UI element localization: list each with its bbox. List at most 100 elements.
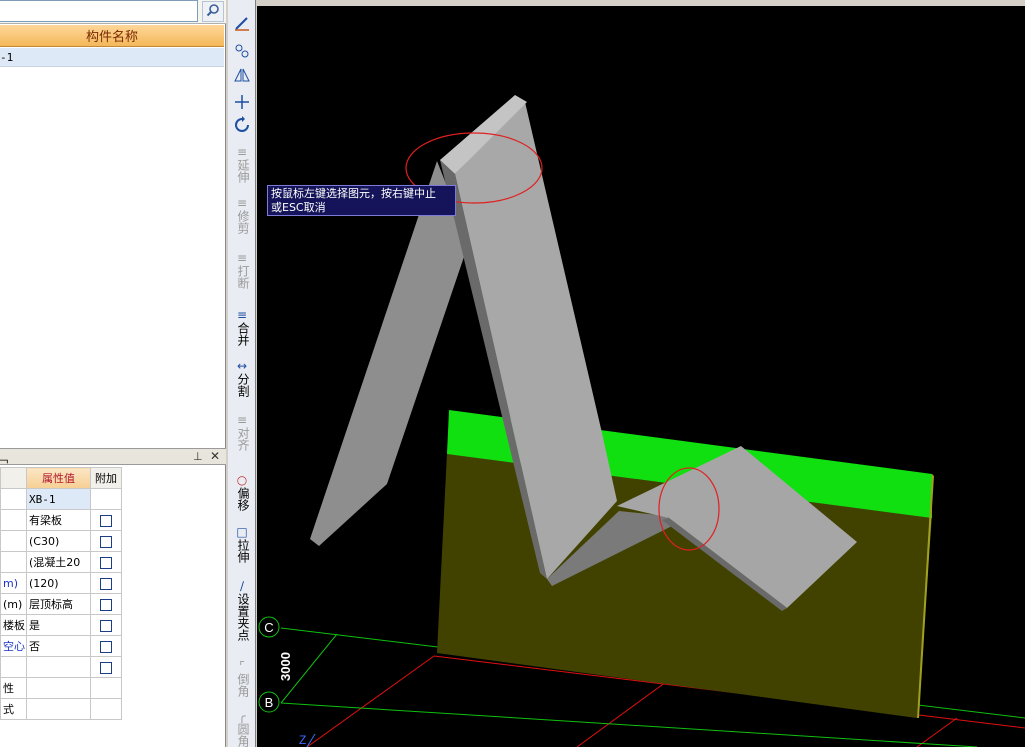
property-add-cell [90,488,122,510]
properties-table: 属性值 附加 XB-1 有梁板 (C30) (混凝土20 m) (120) (m) 层顶标高楼… [0,467,122,720]
property-add-cell [90,635,122,657]
app-window: 构件名称 -1 ﹁ ⊥ ✕ 属性值 附加 XB-1有梁板(C30)(混凝土20m… [0,0,1025,747]
property-value[interactable]: (C30) [26,530,91,552]
copy-icon[interactable] [233,42,251,60]
extend-button[interactable]: ≡ 延伸 [231,145,253,184]
add-checkbox[interactable] [100,640,112,653]
property-value[interactable] [26,677,91,699]
property-row[interactable]: (C30) [0,530,122,552]
property-row[interactable]: m) (120) [0,572,122,594]
align-button[interactable]: ≡ 对齐 [231,413,253,452]
property-value[interactable]: 是 [26,614,91,636]
rotate-icon[interactable] [233,116,251,134]
property-row[interactable] [0,656,122,678]
search-icon [206,3,220,20]
search-bar [0,0,226,24]
add-checkbox[interactable] [100,577,112,590]
property-add-cell [90,593,122,615]
command-tooltip: 按鼠标左键选择图元，按右键中止 或ESC取消 [267,185,456,216]
split-button[interactable]: ↔ 分割 [231,360,253,398]
scene-canvas[interactable]: C B 3000 Z [257,6,1025,747]
merge-button[interactable]: ≡ 合并 [231,308,253,347]
tooltip-line-1: 按鼠标左键选择图元，按右键中止 [271,187,436,200]
property-name-header [0,467,27,489]
property-add-cell [90,677,122,699]
property-value-header: 属性值 [26,467,91,489]
property-name [0,488,27,510]
axis-label-b: B [265,695,274,710]
property-name: m) [0,572,27,594]
dimension-label: 3000 [278,652,293,681]
add-checkbox[interactable] [100,514,112,527]
property-add-cell [90,509,122,531]
component-name-header[interactable]: 构件名称 [0,25,224,47]
stretch-label: 拉伸 [236,539,250,563]
extend-label: 延伸 [236,159,250,183]
chamfer-icon: ⌜ [239,659,245,673]
axis-z-label: Z [299,733,306,747]
property-row[interactable]: (m) 层顶标高 [0,593,122,615]
search-input[interactable] [0,0,198,22]
trim-label: 修剪 [236,210,250,234]
component-list-item[interactable]: -1 [0,48,224,67]
merge-label: 合并 [236,322,250,346]
property-row[interactable]: XB-1 [0,488,122,510]
properties-title: ﹁ [0,450,8,466]
tooltip-line-2: 或ESC取消 [271,201,326,214]
stretch-button[interactable]: □ 拉伸 [231,525,253,564]
move-icon[interactable] [233,93,251,111]
3d-viewport[interactable]: C B 3000 Z 按鼠标左键选择图元，按右键中止 或ESC取消 [257,6,1025,747]
brush-icon[interactable] [233,14,251,32]
trim-button[interactable]: ≡ 修剪 [231,196,253,235]
property-row[interactable]: 性 [0,677,122,699]
add-checkbox[interactable] [100,598,112,611]
stretch-icon: □ [236,525,248,539]
property-value[interactable] [26,656,91,678]
trim-icon: ≡ [236,196,248,210]
break-button[interactable]: ≡ 打断 [231,252,253,290]
property-value[interactable]: 层顶标高 [26,593,91,615]
property-row[interactable]: 式 [0,698,122,720]
grid-line-red [916,717,958,747]
property-row[interactable]: (混凝土20 [0,551,122,573]
axis-indicator-line [306,733,316,747]
vertical-toolbar: ≡ 延伸 ≡ 修剪 ≡ 打断 ≡ 合并 ↔ 分割 ≡ 对齐 ○ 偏移 □ 拉伸 [228,0,256,747]
close-icon[interactable]: ✕ [210,449,220,463]
search-button[interactable] [202,1,224,22]
grid-line-red [306,655,435,747]
property-value[interactable]: (120) [26,572,91,594]
left-panel: 构件名称 -1 ﹁ ⊥ ✕ 属性值 附加 XB-1有梁板(C30)(混凝土20m… [0,0,226,747]
property-name: 性 [0,677,27,699]
property-value[interactable]: 否 [26,635,91,657]
mirror-icon[interactable] [233,66,251,84]
property-value[interactable] [26,698,91,720]
set-grip-button[interactable]: ∕ 设置夹点 [231,579,253,642]
break-label: 打断 [236,265,250,289]
offset-button[interactable]: ○ 偏移 [231,473,253,512]
chamfer-button[interactable]: ⌜ 倒角 [231,659,253,698]
extend-icon: ≡ [236,145,248,159]
add-checkbox[interactable] [100,661,112,674]
set-grip-label: 设置夹点 [236,593,250,641]
fillet-button[interactable]: ╭ 圆角 [231,710,253,747]
property-value[interactable]: XB-1 [26,488,91,510]
offset-icon: ○ [236,473,248,487]
properties-panel-titlebar: ﹁ ⊥ ✕ [0,448,226,465]
property-row[interactable]: 楼板是 [0,614,122,636]
merge-icon: ≡ [236,308,248,322]
property-value[interactable]: 有梁板 [26,509,91,531]
property-row[interactable]: 有梁板 [0,509,122,531]
pin-icon[interactable]: ⊥ [193,450,203,463]
grip-icon: ∕ [239,579,245,593]
property-name: (m) [0,593,27,615]
add-checkbox[interactable] [100,619,112,632]
offset-label: 偏移 [236,487,250,511]
component-list-area[interactable] [0,68,224,440]
add-checkbox[interactable] [100,535,112,548]
property-value[interactable]: (混凝土20 [26,551,91,573]
add-checkbox[interactable] [100,556,112,569]
align-icon: ≡ [236,413,248,427]
property-row[interactable]: 空心否 [0,635,122,657]
properties-body: XB-1 有梁板 (C30) (混凝土20 m) (120) (m) 层顶标高 楼板是空心否性式 [0,488,122,720]
property-add-cell [90,572,122,594]
